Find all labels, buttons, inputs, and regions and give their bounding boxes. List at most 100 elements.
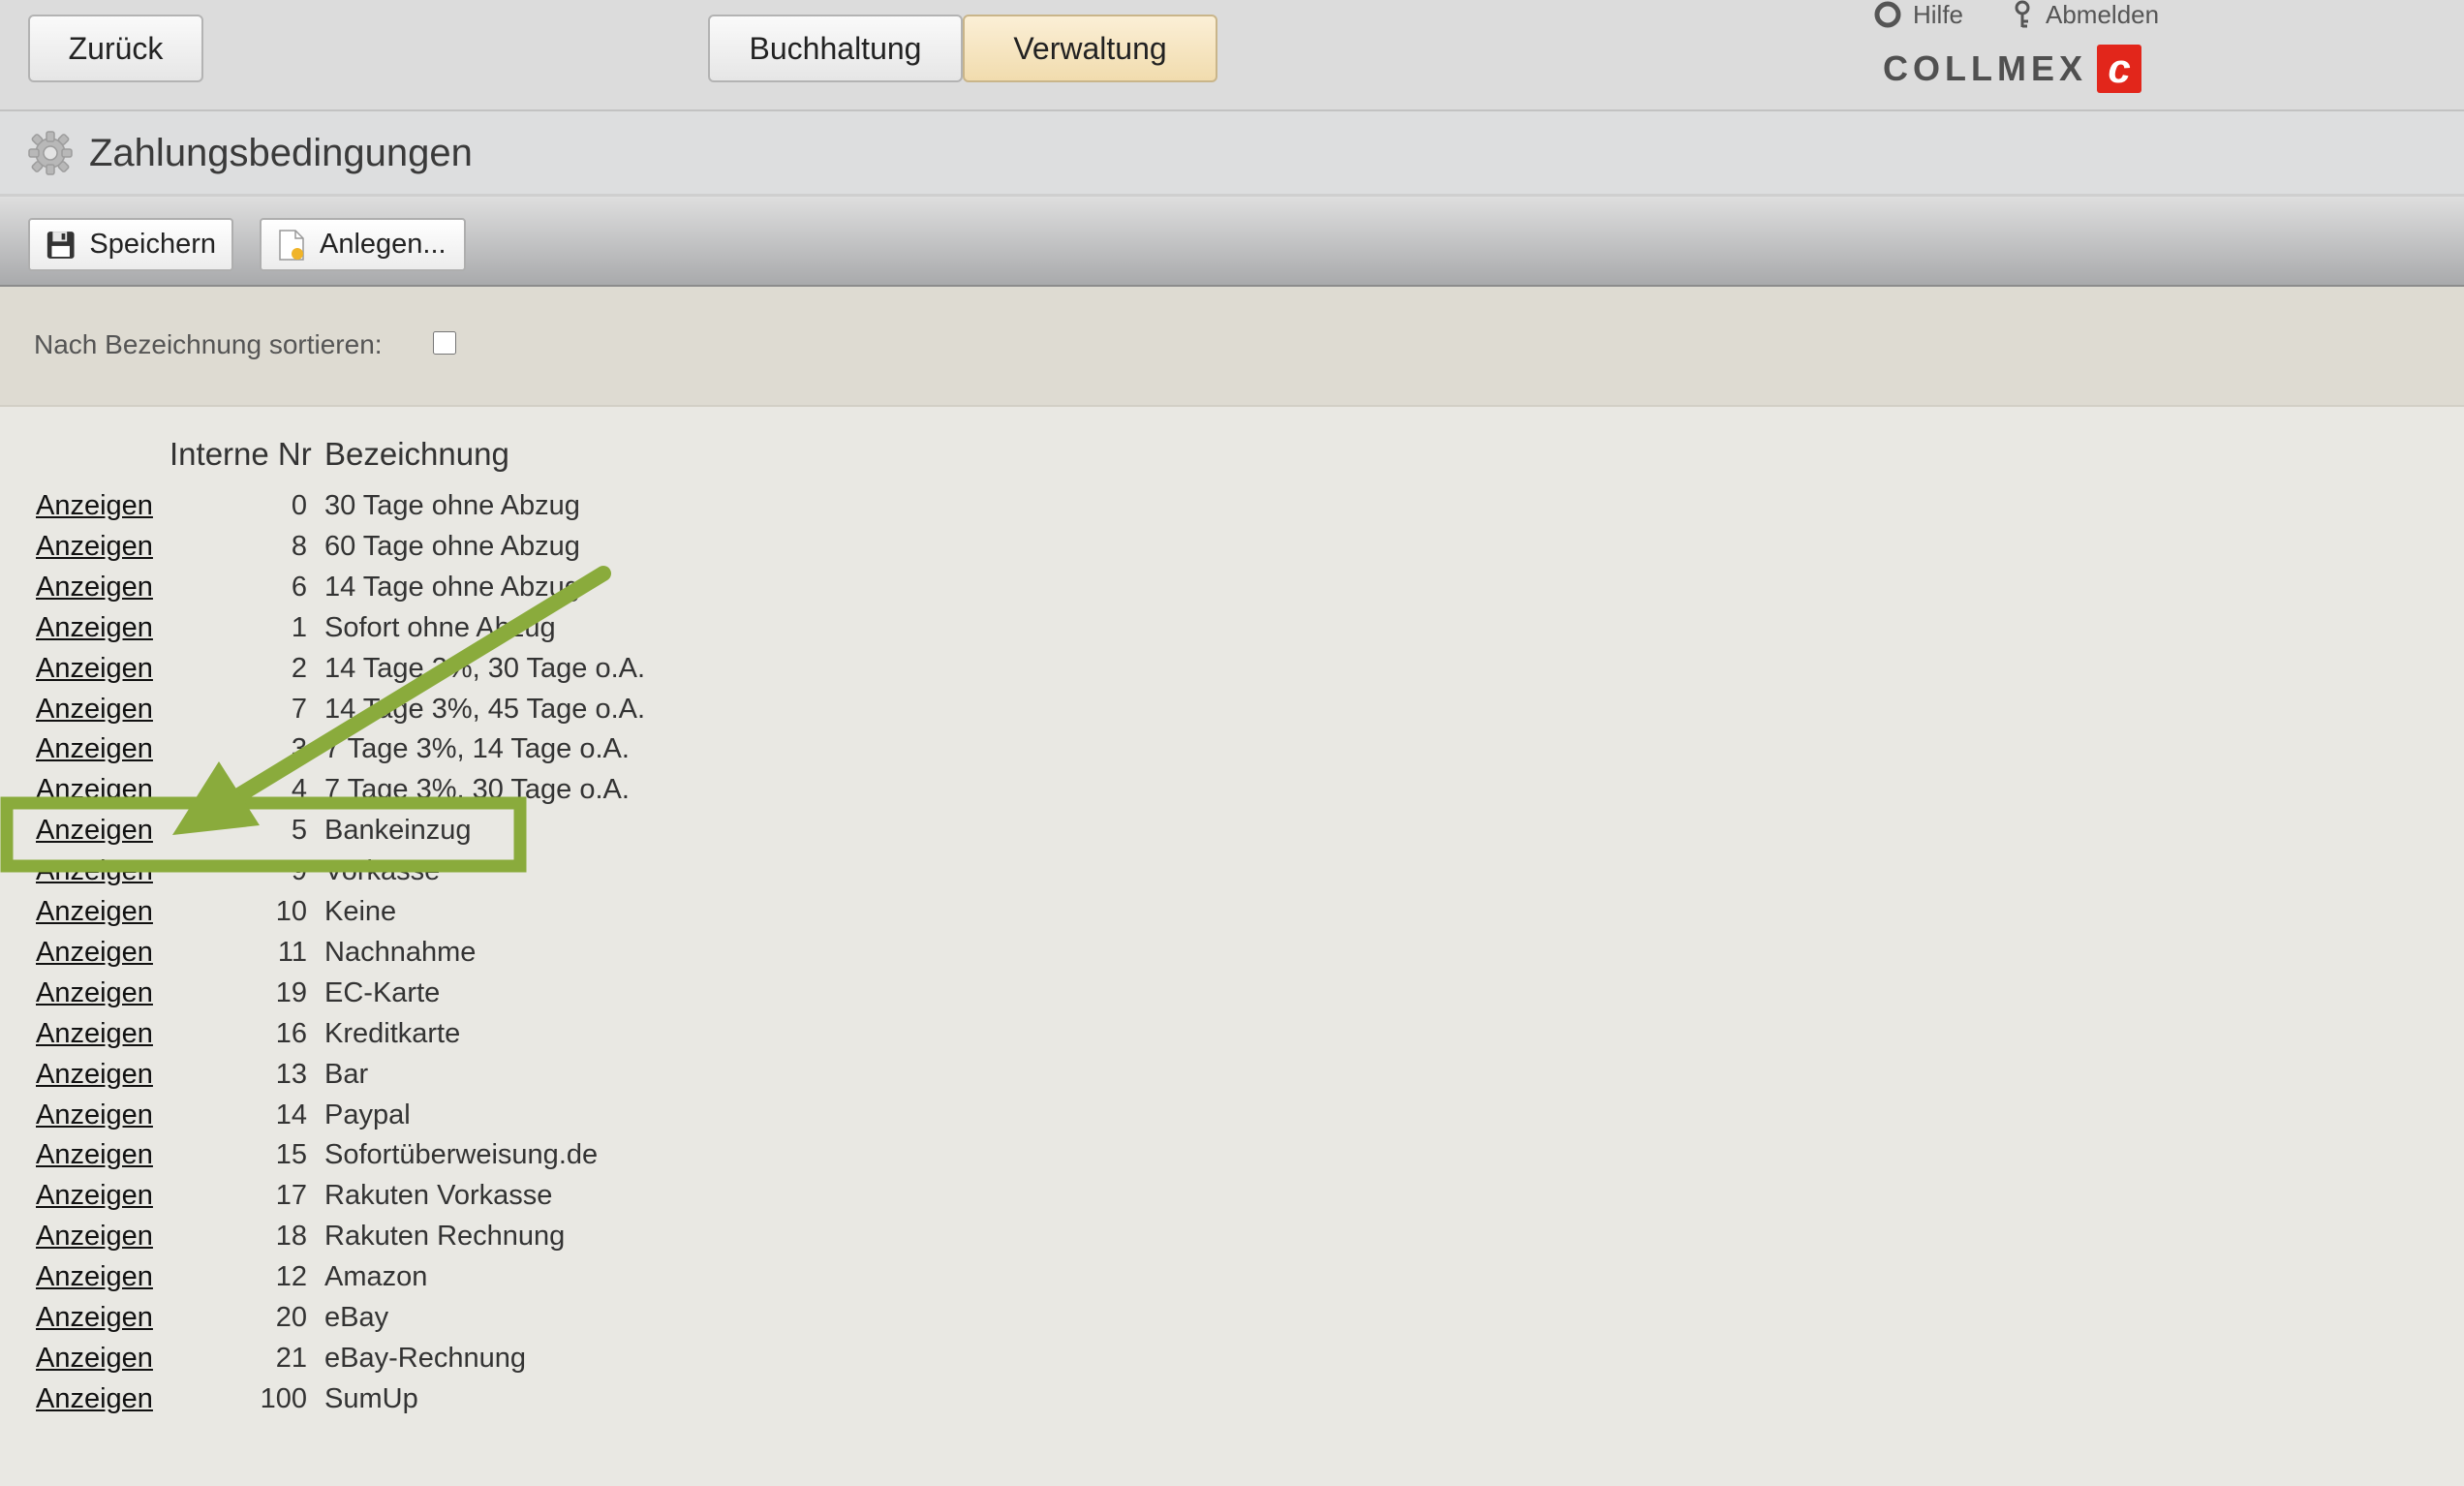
description-cell: 30 Tage ohne Abzug <box>324 490 580 521</box>
description-cell: Bar <box>324 1058 369 1090</box>
column-header-bezeichnung: Bezeichnung <box>324 436 509 472</box>
show-link[interactable]: Anzeigen <box>36 1018 153 1050</box>
show-link[interactable]: Anzeigen <box>36 774 153 806</box>
help-link[interactable]: Hilfe <box>1874 0 1963 29</box>
description-cell: eBay <box>324 1302 389 1333</box>
table-row: Anzeigen 100 SumUp <box>0 1383 872 1424</box>
show-link[interactable]: Anzeigen <box>36 1059 153 1091</box>
show-link[interactable]: Anzeigen <box>36 1261 153 1293</box>
save-button[interactable]: Speichern <box>28 218 233 271</box>
description-cell: SumUp <box>324 1382 418 1414</box>
description-cell: Bankeinzug <box>324 815 472 847</box>
table-row: Anzeigen 20 eBay <box>0 1302 872 1343</box>
table-row: Anzeigen 19 EC-Karte <box>0 977 872 1018</box>
show-link[interactable]: Anzeigen <box>36 1343 153 1375</box>
internal-number-cell: 9 <box>291 855 307 887</box>
internal-number-cell: 20 <box>275 1302 307 1333</box>
lifebuoy-icon <box>1874 1 1901 28</box>
toolbar: Speichern Anlegen... <box>0 197 2464 287</box>
show-link[interactable]: Anzeigen <box>36 1302 153 1334</box>
tab-buchhaltung[interactable]: Buchhaltung <box>708 15 963 82</box>
description-cell: Amazon <box>324 1261 428 1293</box>
table-row: Anzeigen 10 Keine <box>0 896 872 937</box>
table-row: Anzeigen 17 Rakuten Vorkasse <box>0 1180 872 1221</box>
show-link[interactable]: Anzeigen <box>36 937 153 969</box>
table-row: Anzeigen 6 14 Tage ohne Abzug <box>0 572 872 612</box>
description-cell: 14 Tage ohne Abzug <box>324 571 580 603</box>
save-label: Speichern <box>89 229 216 260</box>
page-title: Zahlungsbedingungen <box>89 132 473 174</box>
internal-number-cell: 6 <box>291 571 307 603</box>
internal-number-cell: 0 <box>291 490 307 521</box>
description-cell: 14 Tage 3%, 45 Tage o.A. <box>324 693 646 725</box>
top-nav-bar: Zurück Buchhaltung Verwaltung Hilfe Abme… <box>0 0 2464 111</box>
table-row: Anzeigen 7 14 Tage 3%, 45 Tage o.A. <box>0 694 872 734</box>
show-link[interactable]: Anzeigen <box>36 694 153 726</box>
internal-number-cell: 12 <box>275 1261 307 1293</box>
table-row: Anzeigen 3 7 Tage 3%, 14 Tage o.A. <box>0 733 872 774</box>
description-cell: 7 Tage 3%, 14 Tage o.A. <box>324 733 630 765</box>
logout-label: Abmelden <box>2046 0 2160 29</box>
create-label: Anlegen... <box>320 229 447 260</box>
show-link[interactable]: Anzeigen <box>36 1099 153 1131</box>
create-button[interactable]: Anlegen... <box>260 218 466 271</box>
description-cell: Rakuten Rechnung <box>324 1221 566 1253</box>
logout-link[interactable]: Abmelden <box>2011 0 2159 29</box>
description-cell: Vorkasse <box>324 855 441 887</box>
sort-by-name-label: Nach Bezeichnung sortieren: <box>34 329 383 359</box>
show-link[interactable]: Anzeigen <box>36 1221 153 1253</box>
internal-number-cell: 7 <box>291 693 307 725</box>
show-link[interactable]: Anzeigen <box>36 572 153 604</box>
internal-number-cell: 14 <box>275 1099 307 1130</box>
internal-number-cell: 10 <box>275 896 307 927</box>
table-row: Anzeigen 2 14 Tage 2%, 30 Tage o.A. <box>0 653 872 694</box>
show-link[interactable]: Anzeigen <box>36 1139 153 1171</box>
show-link[interactable]: Anzeigen <box>36 531 153 563</box>
description-cell: Nachnahme <box>324 936 477 968</box>
description-cell: Sofort ohne Abzug <box>324 611 556 643</box>
table-row: Anzeigen 5 Bankeinzug <box>0 815 872 855</box>
column-header-interne-nr: Interne Nr <box>169 436 312 472</box>
collmex-logo: COLLMEX c <box>1883 45 2141 93</box>
internal-number-cell: 4 <box>291 774 307 806</box>
table-row: Anzeigen 12 Amazon <box>0 1261 872 1302</box>
table-row: Anzeigen 16 Kreditkarte <box>0 1018 872 1059</box>
table-row: Anzeigen 14 Paypal <box>0 1099 872 1140</box>
show-link[interactable]: Anzeigen <box>36 815 153 847</box>
show-link[interactable]: Anzeigen <box>36 855 153 887</box>
show-link[interactable]: Anzeigen <box>36 653 153 685</box>
internal-number-cell: 21 <box>275 1342 307 1374</box>
description-cell: Sofortüberweisung.de <box>324 1139 599 1171</box>
description-cell: 60 Tage ohne Abzug <box>324 530 580 562</box>
table-row: Anzeigen 8 60 Tage ohne Abzug <box>0 531 872 572</box>
back-button[interactable]: Zurück <box>28 15 203 82</box>
show-link[interactable]: Anzeigen <box>36 733 153 765</box>
table-row: Anzeigen 9 Vorkasse <box>0 855 872 896</box>
table-row: Anzeigen 1 Sofort ohne Abzug <box>0 612 872 653</box>
internal-number-cell: 11 <box>277 936 307 968</box>
internal-number-cell: 13 <box>275 1058 307 1090</box>
internal-number-cell: 17 <box>275 1180 307 1212</box>
new-document-icon <box>279 229 304 261</box>
internal-number-cell: 16 <box>275 1017 307 1049</box>
description-cell: eBay-Rechnung <box>324 1342 526 1374</box>
show-link[interactable]: Anzeigen <box>36 977 153 1009</box>
internal-number-cell: 1 <box>291 611 307 643</box>
description-cell: 7 Tage 3%, 30 Tage o.A. <box>324 774 630 806</box>
table-row: Anzeigen 0 30 Tage ohne Abzug <box>0 490 872 531</box>
table-row: Anzeigen 21 eBay-Rechnung <box>0 1343 872 1383</box>
description-cell: Keine <box>324 896 397 927</box>
show-link[interactable]: Anzeigen <box>36 490 153 522</box>
table-row: Anzeigen 11 Nachnahme <box>0 937 872 977</box>
show-link[interactable]: Anzeigen <box>36 1180 153 1212</box>
tab-verwaltung[interactable]: Verwaltung <box>963 15 1217 82</box>
show-link[interactable]: Anzeigen <box>36 1383 153 1415</box>
show-link[interactable]: Anzeigen <box>36 612 153 644</box>
help-label: Hilfe <box>1913 0 1964 29</box>
internal-number-cell: 2 <box>291 652 307 684</box>
description-cell: EC-Karte <box>324 976 441 1008</box>
sort-by-name-checkbox[interactable] <box>433 331 456 355</box>
internal-number-cell: 19 <box>275 976 307 1008</box>
key-icon <box>2015 0 2030 28</box>
show-link[interactable]: Anzeigen <box>36 896 153 928</box>
